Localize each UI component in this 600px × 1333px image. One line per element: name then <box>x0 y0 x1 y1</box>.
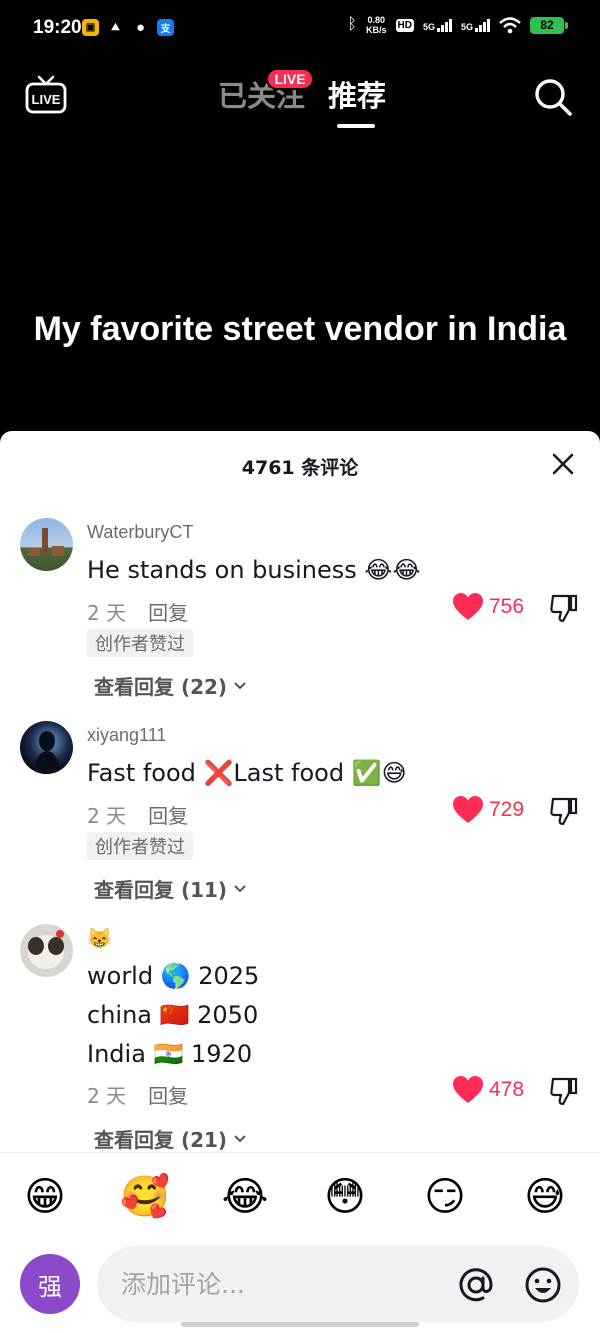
comment-text: He stands on business 😂😂 <box>87 556 421 584</box>
emoji-grin[interactable]: 😁 <box>19 1173 71 1221</box>
avatar[interactable] <box>20 721 73 774</box>
comment-meta: 2 天 回复 <box>87 1080 188 1109</box>
like-count: 478 <box>489 1078 525 1101</box>
chevron-down-icon <box>234 1134 246 1142</box>
like-count: 729 <box>489 798 525 821</box>
comment-username[interactable]: xiyang111 <box>87 725 166 746</box>
net-speed: 0.80 KB/s <box>366 15 387 35</box>
comment-time: 2 天 <box>87 804 127 828</box>
comment-time: 2 天 <box>87 1084 127 1108</box>
like-button[interactable]: 729 <box>452 796 524 824</box>
avatar[interactable] <box>20 924 73 977</box>
live-badge[interactable]: LIVE <box>266 68 314 90</box>
comment-meta: 2 天 回复 <box>87 800 188 829</box>
emoji-picker-icon[interactable] <box>524 1266 562 1304</box>
heart-icon[interactable] <box>452 796 484 824</box>
comment-input-row: 强 <box>0 1242 600 1333</box>
hd-badge: HD <box>395 18 414 32</box>
alipay-icon: 支 <box>157 19 174 36</box>
comment-text-line: India 🇮🇳 1920 <box>87 1040 253 1068</box>
status-app-icons: ▣ ⛰ ● 支 <box>82 19 174 36</box>
comment-text: Fast food ❌Last food ✅😅 <box>87 759 407 787</box>
avatar[interactable] <box>20 518 73 571</box>
bluetooth-icon: ᛒ <box>347 16 357 33</box>
heart-icon[interactable] <box>452 593 484 621</box>
cell-signal-2: 5G <box>461 18 490 32</box>
chevron-down-icon <box>234 884 246 892</box>
comment-text-line: world 🌎 2025 <box>87 962 260 990</box>
emoji-quick-bar: 😁 🥰 😂 😳 😏 😅 <box>0 1152 600 1243</box>
emoji-flushed[interactable]: 😳 <box>319 1173 371 1221</box>
reply-button[interactable]: 回复 <box>148 800 188 829</box>
tab-recommend[interactable]: 推荐 <box>328 73 386 115</box>
dislike-icon[interactable] <box>549 796 579 826</box>
status-time: 19:20 <box>33 17 82 38</box>
svg-text:LIVE: LIVE <box>32 92 61 107</box>
emoji-tears-of-joy[interactable]: 😂 <box>219 1173 271 1221</box>
app-notification-icon: ▣ <box>82 19 99 36</box>
emoji-smirk[interactable]: 😏 <box>419 1173 471 1221</box>
cell-signal-1: 5G <box>423 18 452 32</box>
like-button[interactable]: 756 <box>452 593 524 621</box>
creator-liked-badge: 创作者赞过 <box>87 629 193 657</box>
like-button[interactable]: 478 <box>452 1076 524 1104</box>
dislike-icon[interactable] <box>549 593 579 623</box>
reply-button[interactable]: 回复 <box>148 1080 188 1109</box>
mention-icon[interactable] <box>457 1266 495 1304</box>
navigation-icon: ⛰ <box>111 22 120 33</box>
emoji-hearts[interactable]: 🥰 <box>119 1173 171 1221</box>
status-bar: 19:20 ▣ ⛰ ● 支 ᛒ 0.80 KB/s HD 5G 5G 82 <box>0 0 600 58</box>
comment-meta: 2 天 回复 <box>87 597 188 626</box>
chevron-down-icon <box>234 681 246 689</box>
wifi-icon <box>499 16 521 33</box>
video-caption: My favorite street vendor in India <box>33 310 567 348</box>
live-tv-icon[interactable]: LIVE <box>24 74 68 118</box>
dislike-icon[interactable] <box>549 1076 579 1106</box>
message-icon: ● <box>135 19 146 36</box>
creator-liked-badge: 创作者赞过 <box>87 832 193 860</box>
top-nav: LIVE 已关注 LIVE 推荐 <box>0 58 600 138</box>
my-avatar[interactable]: 强 <box>20 1254 80 1314</box>
search-icon[interactable] <box>532 76 574 118</box>
comment-time: 2 天 <box>87 601 127 625</box>
emoji-sweat-smile[interactable]: 😅 <box>519 1173 571 1221</box>
like-count: 756 <box>489 595 525 618</box>
reply-button[interactable]: 回复 <box>148 597 188 626</box>
close-icon[interactable] <box>549 450 577 478</box>
comment-count-title: 4761 条评论 <box>241 457 359 479</box>
comment-username[interactable]: WaterburyCT <box>87 522 193 543</box>
comment-text-line: china 🇨🇳 2050 <box>87 1001 259 1029</box>
battery-indicator: 82 <box>530 16 568 34</box>
heart-icon[interactable] <box>452 1076 484 1104</box>
comment-input[interactable] <box>97 1246 579 1322</box>
view-replies-button[interactable]: 查看回复 (11) <box>94 874 247 903</box>
home-indicator[interactable] <box>181 1322 419 1327</box>
view-replies-button[interactable]: 查看回复 (22) <box>94 671 247 700</box>
status-indicators: ᛒ 0.80 KB/s HD 5G 5G 82 <box>347 15 568 35</box>
comment-sheet: 4761 条评论 WaterburyCT He stands on busine… <box>0 431 600 1333</box>
active-tab-indicator <box>337 124 375 128</box>
view-replies-button[interactable]: 查看回复 (21) <box>94 1124 247 1153</box>
comment-username[interactable]: 😸 <box>87 926 112 951</box>
comment-sheet-header: 4761 条评论 <box>0 431 600 495</box>
